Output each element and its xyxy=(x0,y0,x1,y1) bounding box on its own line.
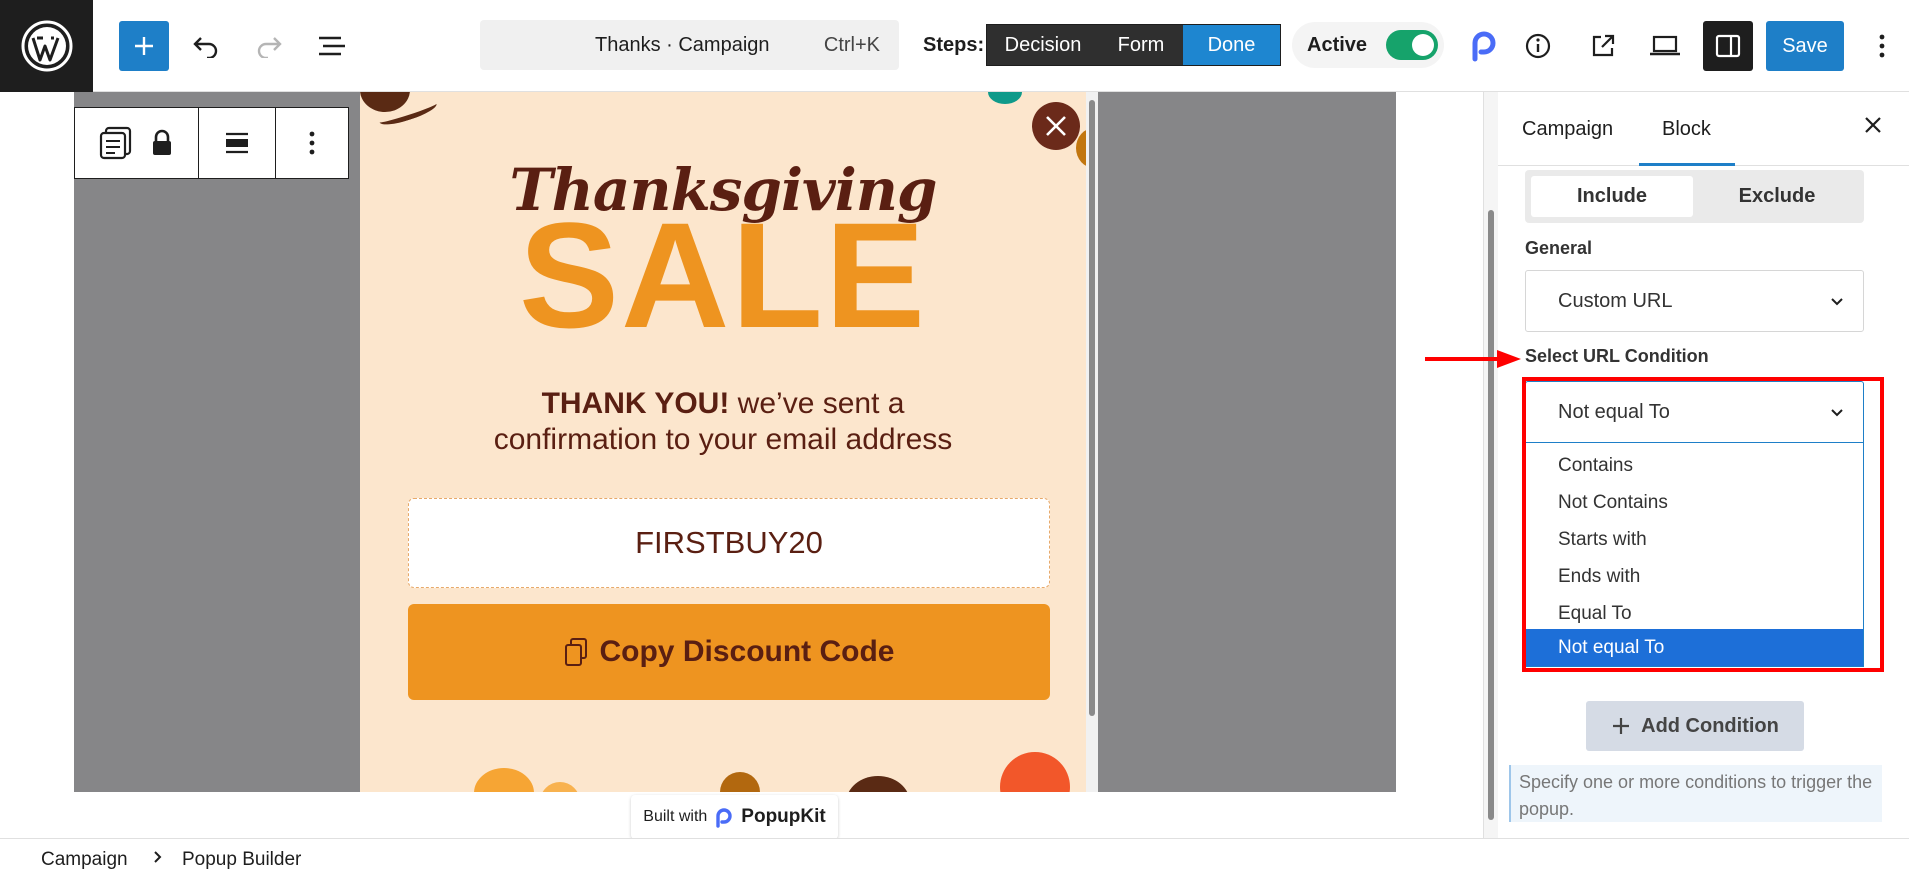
align-center-icon xyxy=(226,132,248,154)
copy-button-label: Copy Discount Code xyxy=(599,635,895,668)
add-block-button[interactable] xyxy=(119,21,169,71)
sidebar-scrollbar[interactable] xyxy=(1484,92,1498,838)
highlight-box xyxy=(1522,377,1884,672)
undo-icon xyxy=(193,37,218,58)
red-arrow-icon xyxy=(1425,350,1521,368)
top-toolbar: Thanks · Campaign Ctrl+K Steps: Decision… xyxy=(0,0,1909,92)
close-icon xyxy=(1865,117,1881,133)
breadcrumb-popup-builder[interactable]: Popup Builder xyxy=(182,849,301,871)
popup-preview[interactable]: Thanksgiving SALE THANK YOU! we’ve sent … xyxy=(360,92,1098,792)
breadcrumb: Campaign Popup Builder xyxy=(0,838,1909,880)
close-sidebar-button[interactable] xyxy=(1864,116,1882,139)
redo-button[interactable] xyxy=(247,21,291,71)
general-select-value: Custom URL xyxy=(1558,290,1673,312)
active-tab-indicator xyxy=(1639,163,1735,166)
step-done[interactable]: Done xyxy=(1183,25,1280,65)
popup-block-icon xyxy=(99,126,131,160)
sidebar-tabs: Campaign Block xyxy=(1498,92,1909,166)
built-with-badge[interactable]: Built with PopupKit xyxy=(631,795,838,839)
message-line2: confirmation to your email address xyxy=(493,423,953,456)
plus-icon xyxy=(135,37,153,55)
leaf-decoration xyxy=(988,92,1022,104)
help-text: Specify one or more conditions to trigge… xyxy=(1509,765,1882,822)
chevron-right-icon xyxy=(152,849,164,871)
general-label: General xyxy=(1525,238,1593,258)
device-preview-button[interactable] xyxy=(1643,21,1687,71)
popup-message: THANK YOU! we’ve sent a confirmation to … xyxy=(360,386,1086,458)
built-with-label: Built with xyxy=(643,808,708,825)
popup-close-button[interactable] xyxy=(1032,102,1080,150)
copy-discount-code-button[interactable]: Copy Discount Code xyxy=(408,604,1050,700)
lock-icon xyxy=(152,129,171,155)
active-label: Active xyxy=(1307,34,1368,56)
block-options-button[interactable] xyxy=(276,108,348,178)
copy-icon xyxy=(565,638,588,666)
document-title: Thanks · Campaign xyxy=(595,34,770,56)
steps-label: Steps: xyxy=(923,34,985,56)
command-palette-button[interactable]: Thanks · Campaign Ctrl+K xyxy=(480,20,899,70)
sidebar-icon xyxy=(1715,34,1741,58)
active-toggle[interactable] xyxy=(1386,30,1438,60)
external-link-icon xyxy=(1592,34,1615,57)
include-exclude-switch: Include Exclude xyxy=(1525,170,1864,223)
undo-button[interactable] xyxy=(184,21,228,71)
step-decision[interactable]: Decision xyxy=(987,25,1099,65)
list-view-icon xyxy=(319,36,345,56)
leaf-decoration xyxy=(474,768,534,792)
kebab-menu-icon xyxy=(309,131,315,155)
discount-code-box[interactable]: FIRSTBUY20 xyxy=(408,498,1050,588)
add-condition-button[interactable]: Add Condition xyxy=(1586,701,1804,751)
chevron-down-icon xyxy=(1831,298,1843,306)
laptop-icon xyxy=(1650,35,1680,56)
acorn-decoration xyxy=(720,772,760,792)
popupkit-button[interactable] xyxy=(1462,21,1506,71)
popupkit-logo-icon xyxy=(1472,31,1496,62)
plus-icon xyxy=(1613,718,1630,734)
block-toolbar xyxy=(74,107,349,179)
scrollbar-thumb[interactable] xyxy=(1089,100,1095,716)
include-option[interactable]: Include xyxy=(1531,176,1693,217)
steps-switcher: Decision Form Done xyxy=(986,24,1281,66)
save-button[interactable]: Save xyxy=(1766,21,1844,71)
info-button[interactable] xyxy=(1516,21,1560,71)
tab-campaign[interactable]: Campaign xyxy=(1522,118,1613,141)
block-type-button[interactable] xyxy=(75,108,199,178)
toggle-knob xyxy=(1412,34,1434,56)
add-condition-label: Add Condition xyxy=(1641,714,1779,737)
popup-heading-sale: SALE xyxy=(518,191,928,359)
leaf-decoration xyxy=(1000,752,1070,792)
leaf-decoration xyxy=(540,782,580,792)
redo-icon xyxy=(257,37,282,58)
close-icon xyxy=(1046,116,1066,136)
popup-scrollbar[interactable] xyxy=(1086,92,1098,792)
align-button[interactable] xyxy=(199,108,276,178)
view-external-button[interactable] xyxy=(1581,21,1625,71)
info-icon xyxy=(1525,33,1551,59)
brand-name: PopupKit xyxy=(741,806,826,827)
discount-code: FIRSTBUY20 xyxy=(635,525,823,560)
url-condition-label: Select URL Condition xyxy=(1525,346,1709,366)
popupkit-logo-icon xyxy=(716,808,732,828)
active-toggle-group: Active xyxy=(1292,22,1444,68)
message-bold: THANK YOU! xyxy=(541,387,730,420)
message-line1: we’ve sent a xyxy=(729,387,905,420)
acorn-decoration xyxy=(846,776,910,792)
scrollbar-thumb[interactable] xyxy=(1488,210,1494,820)
settings-sidebar-toggle[interactable] xyxy=(1703,21,1753,71)
kebab-menu-icon xyxy=(1879,34,1885,58)
tab-block[interactable]: Block xyxy=(1662,118,1711,141)
shortcut-hint: Ctrl+K xyxy=(823,34,880,56)
document-overview-button[interactable] xyxy=(310,21,354,71)
general-select[interactable]: Custom URL xyxy=(1525,270,1864,332)
breadcrumb-campaign[interactable]: Campaign xyxy=(41,849,128,871)
exclude-option[interactable]: Exclude xyxy=(1696,176,1858,217)
step-form[interactable]: Form xyxy=(1099,25,1183,65)
options-menu-button[interactable] xyxy=(1860,21,1904,71)
wordpress-logo-icon[interactable] xyxy=(0,0,93,92)
